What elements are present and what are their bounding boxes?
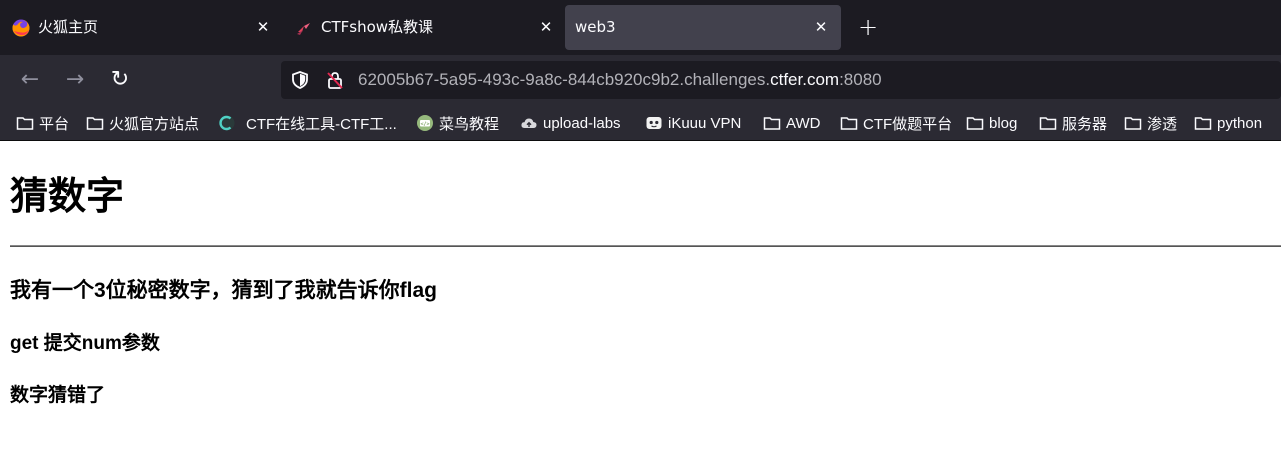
bookmark-python[interactable]: python bbox=[1194, 112, 1262, 134]
url-domain: ctfer.com bbox=[770, 70, 840, 89]
tab-strip: 火狐主页 ✕ CTFshow私教课 ✕ web3 ✕ + bbox=[0, 0, 1281, 55]
bookmark-label: 平台 bbox=[39, 115, 70, 133]
url-port: :8080 bbox=[839, 70, 882, 89]
reload-button[interactable]: ↻ bbox=[108, 68, 132, 92]
navigation-toolbar: ← → ↻ 62005b67-5a95-493c-9a8c-844cb920c9… bbox=[0, 55, 1281, 105]
bookmark-label: python bbox=[1217, 114, 1263, 132]
svg-text:</>: </> bbox=[420, 121, 429, 127]
divider bbox=[10, 245, 1281, 247]
folder-icon bbox=[1194, 117, 1212, 130]
bookmark-label: 火狐官方站点 bbox=[109, 115, 200, 133]
ikuuu-icon bbox=[646, 117, 662, 129]
tab-title: 火狐主页 bbox=[38, 18, 99, 36]
folder-icon bbox=[86, 117, 104, 130]
bookmark-label: AWD bbox=[786, 114, 821, 132]
bookmark-label: 菜鸟教程 bbox=[439, 115, 500, 133]
bookmark-label: blog bbox=[989, 114, 1018, 132]
url-text[interactable]: 62005b67-5a95-493c-9a8c-844cb920c9b2.cha… bbox=[358, 70, 882, 90]
address-bar[interactable]: 62005b67-5a95-493c-9a8c-844cb920c9b2.cha… bbox=[281, 61, 1281, 99]
ctfshow-icon bbox=[297, 23, 310, 35]
bookmark-ctf-tools[interactable]: CTF在线工具-CTF工... bbox=[218, 112, 397, 134]
back-button[interactable]: ← bbox=[18, 68, 42, 92]
tab-firefox-home[interactable]: 火狐主页 ✕ bbox=[0, 5, 283, 50]
bookmark-runoob[interactable]: </> 菜鸟教程 bbox=[416, 112, 499, 134]
url-prefix: 62005b67-5a95-493c-9a8c-844cb920c9b2.cha… bbox=[358, 70, 771, 89]
bookmark-label: CTF在线工具-CTF工... bbox=[246, 115, 397, 133]
bookmark-label: upload-labs bbox=[543, 114, 621, 132]
page-subtitle: 我有一个3位秘密数字，猜到了我就告诉你flag bbox=[10, 279, 438, 302]
folder-icon bbox=[763, 117, 781, 130]
bookmark-blog[interactable]: blog bbox=[966, 112, 1017, 134]
folder-icon bbox=[16, 117, 34, 130]
folder-icon bbox=[840, 117, 858, 130]
cloud-icon bbox=[521, 118, 537, 128]
bookmark-firefox-official[interactable]: 火狐官方站点 bbox=[86, 112, 199, 134]
page-title: 猜数字 bbox=[10, 176, 125, 218]
bookmark-server[interactable]: 服务器 bbox=[1039, 112, 1107, 134]
new-tab-button[interactable]: + bbox=[855, 15, 881, 41]
folder-icon bbox=[1124, 117, 1142, 130]
result-message: 数字猜错了 bbox=[10, 385, 106, 406]
bookmark-pingtai[interactable]: 平台 bbox=[16, 112, 69, 134]
close-icon[interactable]: ✕ bbox=[253, 17, 273, 37]
bookmark-ctf-platform[interactable]: CTF做题平台 bbox=[840, 112, 952, 134]
shield-icon[interactable] bbox=[290, 70, 310, 90]
folder-icon bbox=[1039, 117, 1057, 130]
bookmark-ikuuu-vpn[interactable]: iKuuu VPN bbox=[645, 112, 741, 134]
tab-title: web3 bbox=[575, 18, 616, 36]
bookmarks-toolbar: 平台 火狐官方站点 CTF在线工具-CTF工... </> 菜鸟教程 uploa… bbox=[0, 105, 1281, 141]
firefox-icon bbox=[12, 19, 30, 37]
close-icon[interactable]: ✕ bbox=[536, 17, 556, 37]
bookmark-upload-labs[interactable]: upload-labs bbox=[520, 112, 621, 134]
runoob-icon: </> bbox=[417, 115, 433, 131]
tab-ctfshow[interactable]: CTFshow私教课 ✕ bbox=[283, 5, 566, 50]
forward-button[interactable]: → bbox=[63, 68, 87, 92]
bookmark-label: 渗透 bbox=[1147, 115, 1178, 133]
bookmark-label: iKuuu VPN bbox=[668, 114, 742, 132]
bookmark-label: 服务器 bbox=[1062, 115, 1108, 133]
bookmark-label: CTF做题平台 bbox=[863, 115, 953, 133]
close-icon[interactable]: ✕ bbox=[811, 17, 831, 37]
folder-icon bbox=[966, 117, 984, 130]
tab-title: CTFshow私教课 bbox=[321, 18, 434, 36]
page-content: 猜数字 我有一个3位秘密数字，猜到了我就告诉你flag get 提交num参数 … bbox=[0, 141, 1281, 468]
instruction-text: get 提交num参数 bbox=[10, 333, 160, 354]
insecure-lock-icon[interactable] bbox=[325, 70, 345, 90]
tab-web3[interactable]: web3 ✕ bbox=[565, 5, 841, 50]
bookmark-pentest[interactable]: 渗透 bbox=[1124, 112, 1177, 134]
ctftools-icon bbox=[219, 115, 235, 131]
bookmark-awd[interactable]: AWD bbox=[763, 112, 820, 134]
